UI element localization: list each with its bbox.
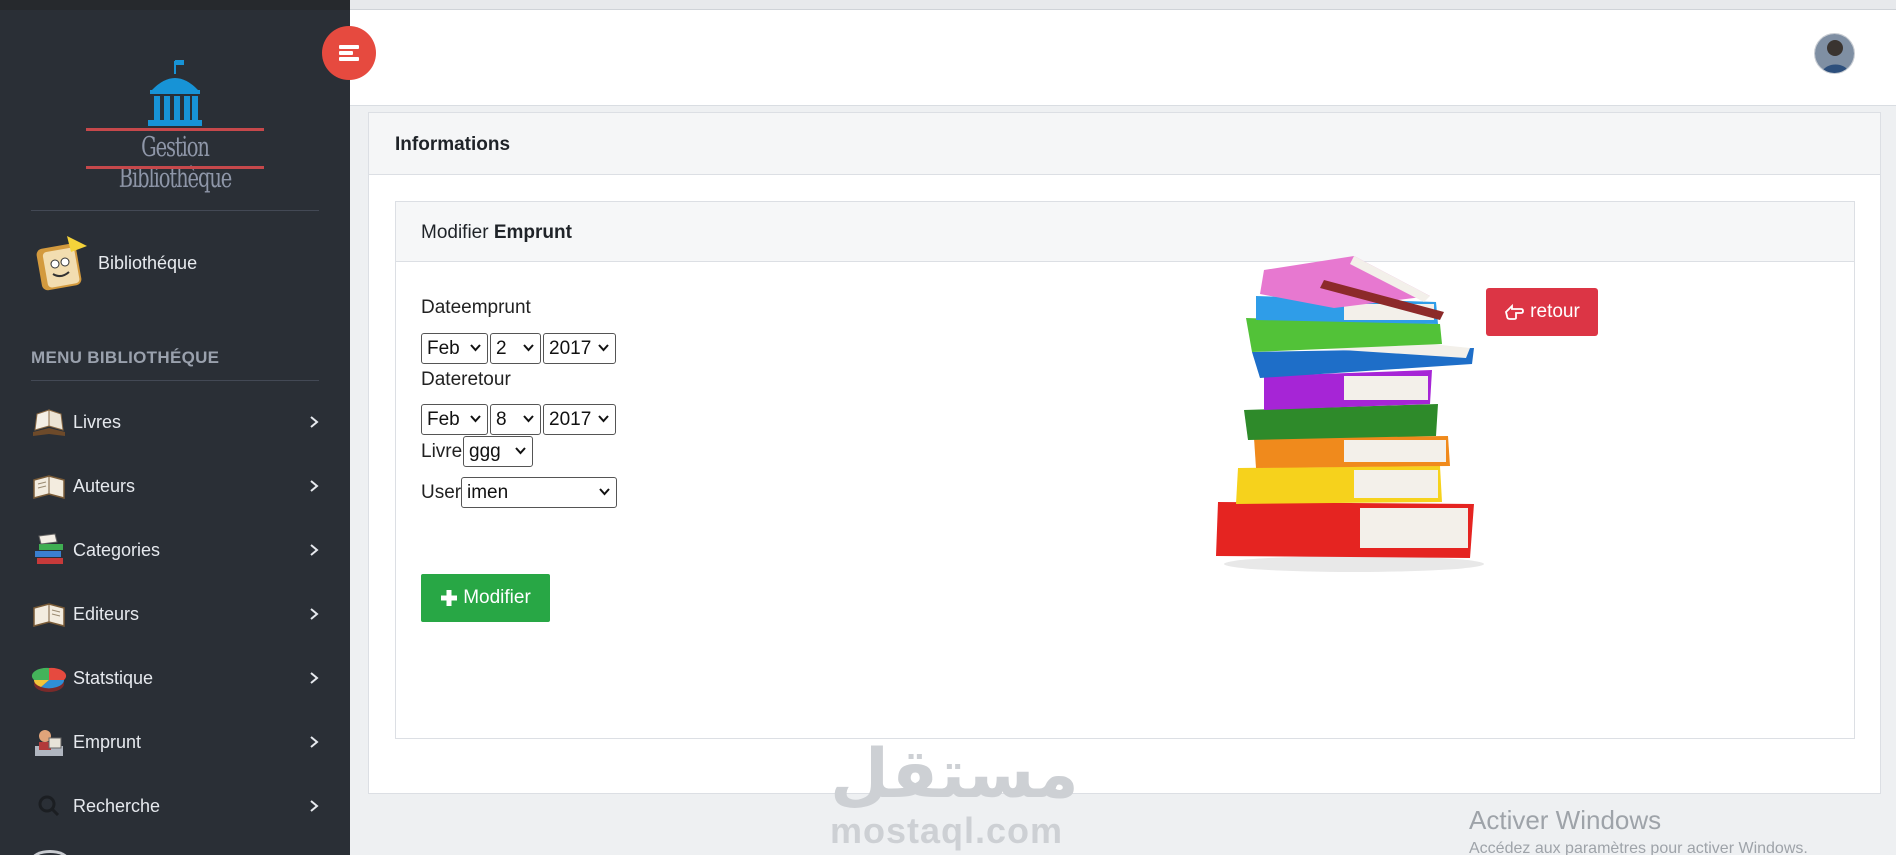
select-value: 2	[496, 337, 507, 359]
panel-title-bold: Emprunt	[493, 222, 572, 243]
retour-button[interactable]: retour	[1486, 288, 1598, 336]
select-value: 2017	[549, 408, 592, 430]
livre-select[interactable]: ggg	[463, 436, 533, 467]
books-stack-icon	[35, 533, 63, 564]
dateemprunt-label: Dateemprunt	[421, 297, 531, 318]
dateemprunt-year-select[interactable]: 2017	[543, 333, 616, 364]
sidebar-profile[interactable]: Bibliothéque	[31, 232, 197, 294]
search-icon	[38, 795, 60, 817]
library-logo: Gestion Bibliothèque	[84, 58, 266, 194]
hand-pointer-icon	[1505, 303, 1525, 320]
panel-title-prefix: Modifier	[421, 222, 489, 243]
activate-title: Activer Windows	[1469, 805, 1662, 835]
chevron-down-icon	[598, 415, 609, 423]
sidebar-item-label: Livres	[73, 411, 122, 432]
dateretour-month-select[interactable]: Feb	[421, 404, 488, 435]
sidebar-item-emprunt[interactable]: Emprunt	[31, 716, 323, 768]
chevron-down-icon	[515, 447, 526, 455]
dateretour-label: Dateretour	[421, 369, 511, 390]
select-value: imen	[467, 481, 509, 503]
panel-header: Modifier Emprunt	[396, 202, 1854, 262]
sidebar-item-auteurs[interactable]: Auteurs	[31, 460, 323, 512]
menu-toggle-button[interactable]	[322, 26, 376, 80]
informations-card: Informations Modifier Emprunt retour Dat…	[368, 112, 1881, 794]
chevron-down-icon	[523, 344, 534, 352]
user-select[interactable]: imen	[461, 477, 617, 508]
logo-line-top	[86, 128, 264, 131]
profile-label: Bibliothéque	[98, 252, 198, 273]
chevron-down-icon	[470, 415, 481, 423]
select-value: 2017	[549, 337, 592, 359]
activate-windows-notice: Activer Windows Accédez aux paramètres p…	[1469, 805, 1808, 855]
chevron-right-icon	[310, 800, 319, 812]
sidebar-item-label: Emprunt	[73, 731, 142, 752]
select-value: ggg	[469, 440, 501, 462]
watermark-arabic: مستقل	[830, 735, 1079, 814]
menu-toggle-icon	[339, 45, 359, 61]
mostaql-watermark: مستقل mostaql.com	[830, 735, 1079, 852]
chevron-down-icon	[599, 488, 610, 496]
livre-label: Livre	[421, 441, 463, 462]
book-mascot-icon	[36, 236, 87, 291]
retour-label: retour	[1530, 301, 1580, 322]
logo-line-bottom	[86, 166, 264, 169]
chevron-down-icon	[598, 344, 609, 352]
books-stack-image	[1216, 256, 1484, 572]
sidebar: Gestion Bibliothèque Bibliothéque MENU B…	[0, 0, 350, 855]
dateretour-day-select[interactable]: 8	[490, 404, 541, 435]
modifier-button[interactable]: Modifier	[421, 574, 550, 622]
sidebar-item-recherche[interactable]: Recherche	[31, 780, 323, 832]
user-label: User	[421, 482, 462, 503]
dateretour-year-select[interactable]: 2017	[543, 404, 616, 435]
sidebar-item-label: Auteurs	[73, 475, 136, 496]
card-title: Informations	[395, 134, 511, 155]
book-icon	[33, 475, 65, 499]
menu-title: MENU BIBLIOTHÉQUE	[31, 348, 220, 367]
modifier-label: Modifier	[463, 587, 531, 608]
select-value: Feb	[427, 337, 460, 359]
sidebar-item-editeurs[interactable]: Editeurs	[31, 588, 323, 640]
sidebar-divider	[31, 210, 319, 211]
sidebar-item-label: Statstique	[73, 667, 154, 688]
sidebar-item-label: Categories	[73, 539, 161, 560]
modifier-emprunt-panel: Modifier Emprunt retour Dateemprunt Feb …	[395, 201, 1855, 739]
dateemprunt-day-select[interactable]: 2	[490, 333, 541, 364]
open-book-icon	[33, 409, 65, 436]
sidebar-item-label: Recherche	[73, 795, 161, 816]
chevron-down-icon	[523, 415, 534, 423]
plus-icon	[441, 590, 458, 606]
menu-divider	[31, 380, 319, 381]
reader-icon	[35, 730, 63, 756]
select-value: Feb	[427, 408, 460, 430]
pie-chart-icon	[31, 667, 67, 692]
sidebar-item-statstique[interactable]: Statstique	[31, 652, 323, 704]
chevron-right-icon	[310, 608, 319, 620]
activate-subtitle: Accédez aux paramètres pour activer Wind…	[1469, 840, 1808, 855]
select-value: 8	[496, 408, 507, 430]
sidebar-item-label: Editeurs	[73, 603, 140, 624]
sidebar-item-livres[interactable]: Livres	[31, 396, 323, 448]
dateemprunt-month-select[interactable]: Feb	[421, 333, 488, 364]
watermark-latin: mostaql.com	[830, 810, 1064, 851]
partial-menu-icon	[31, 850, 69, 855]
chevron-right-icon	[310, 544, 319, 556]
logo-text: Gestion Bibliothèque	[118, 132, 233, 194]
chevron-down-icon	[470, 344, 481, 352]
book-icon	[33, 603, 65, 627]
panel-title: Modifier Emprunt	[421, 222, 572, 244]
sidebar-item-categories[interactable]: Categories	[31, 524, 323, 576]
card-header: Informations	[369, 113, 1880, 175]
chevron-right-icon	[310, 416, 319, 428]
top-header	[350, 10, 1896, 106]
user-avatar[interactable]	[1814, 33, 1855, 74]
chevron-right-icon	[310, 480, 319, 492]
window-top-strip	[350, 0, 1896, 10]
bank-building-icon	[148, 60, 202, 126]
chevron-right-icon	[310, 672, 319, 684]
chevron-right-icon	[310, 736, 319, 748]
